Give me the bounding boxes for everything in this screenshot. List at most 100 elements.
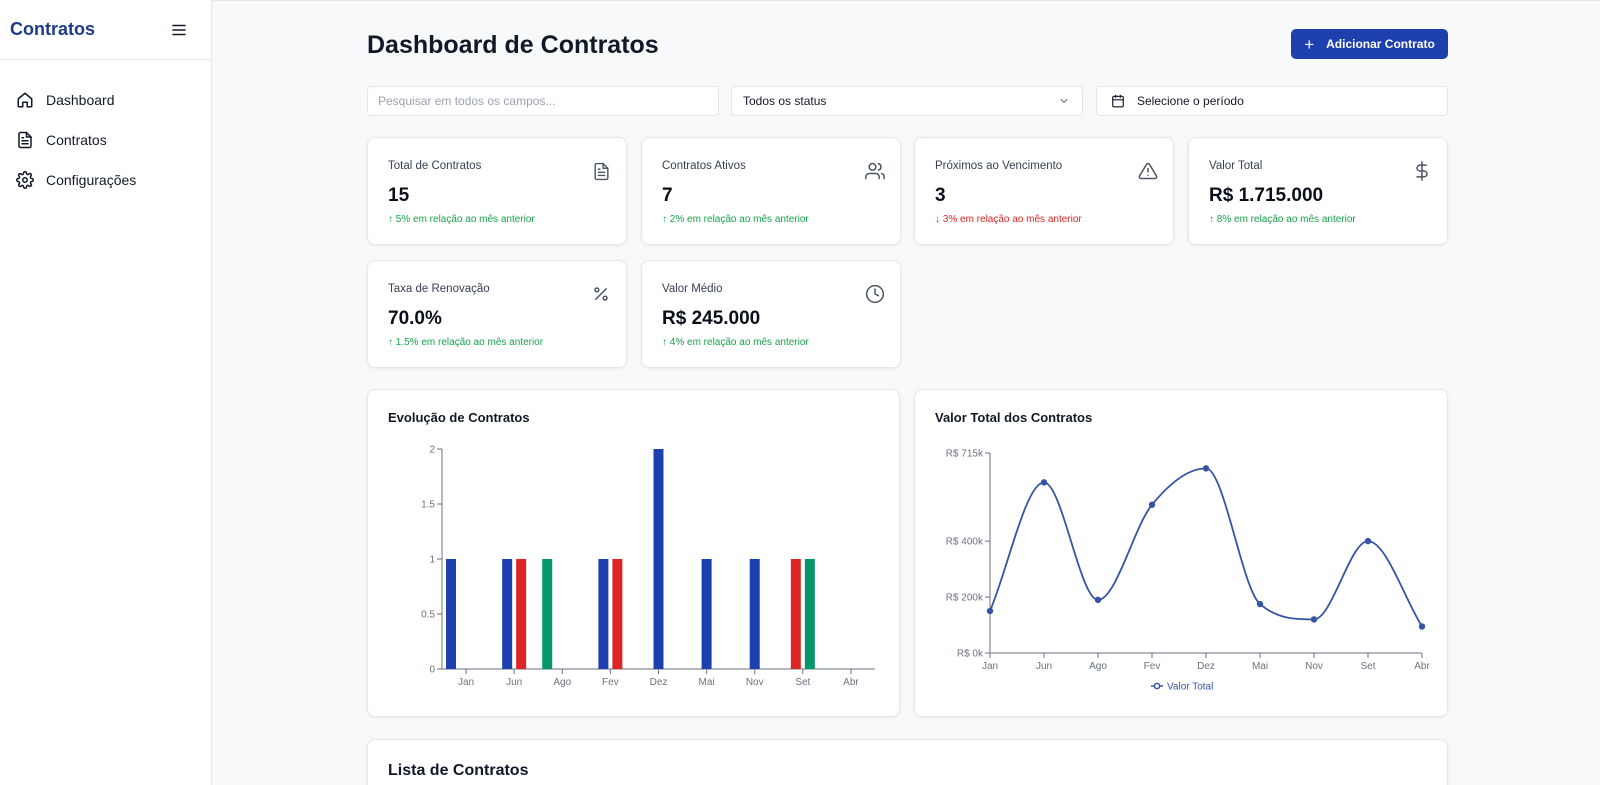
add-contract-label: Adicionar Contrato [1326, 37, 1435, 51]
x-tick-label: Fev [1144, 661, 1161, 672]
data-point [1256, 600, 1264, 608]
chevron-down-icon [1060, 98, 1068, 104]
x-tick-label: Jun [1036, 661, 1052, 672]
legend-marker [1153, 682, 1161, 690]
y-tick-label: 0 [429, 665, 435, 676]
stat-delta: ↑ 8% em relação ao mês anterior [1209, 214, 1356, 225]
percent-icon [590, 283, 612, 305]
bar [701, 559, 712, 669]
y-tick-label: R$ 715k [946, 449, 984, 460]
menu-toggle-button[interactable] [169, 20, 189, 40]
bar [598, 559, 609, 669]
stat-label: Taxa de Renovação [388, 283, 490, 295]
data-point [1040, 479, 1048, 486]
stat-card-expiring: Próximos ao Vencimento 3 ↓ 3% em relação… [914, 137, 1174, 245]
users-icon [864, 160, 886, 182]
x-tick-label: Dez [650, 677, 668, 688]
x-tick-label: Dez [1197, 661, 1215, 672]
line-chart: R$ 0k R$ 200k R$ 400k R$ 715k Jan Jun Ago Fev De… [946, 449, 1431, 693]
legend-label: Valor Total [1167, 682, 1213, 693]
sidebar: Contratos Dashboard Contratos Configuraç… [0, 0, 212, 785]
line-chart-panel: Valor Total dos Contratos R$ 0k R$ 200k R$… [914, 389, 1448, 717]
x-tick-label: Jan [982, 661, 998, 672]
sidebar-nav: Dashboard Contratos Configurações [0, 60, 211, 200]
search-field[interactable] [367, 86, 719, 116]
bar [790, 559, 801, 669]
data-point [1148, 501, 1156, 508]
page-title: Dashboard de Contratos [367, 31, 659, 59]
data-point [1094, 596, 1102, 604]
dollar-sign-icon [1411, 160, 1433, 182]
stat-value: R$ 245.000 [662, 308, 761, 329]
stat-value: R$ 1.715.000 [1209, 185, 1324, 206]
stat-value: 3 [935, 185, 946, 206]
bar [516, 559, 527, 669]
plus-icon: + [1304, 34, 1315, 54]
x-tick-label: Nov [1305, 661, 1323, 672]
x-tick-label: Nov [746, 677, 764, 688]
y-tick-label: R$ 0k [957, 649, 984, 660]
stat-label: Valor Total [1209, 160, 1263, 172]
x-tick-label: Ago [553, 677, 571, 688]
bar [749, 559, 760, 669]
x-tick-label: Mai [1252, 661, 1268, 672]
bar [653, 449, 664, 669]
stat-label: Contratos Ativos [662, 160, 746, 172]
x-tick-label: Fev [602, 677, 619, 688]
bar [446, 559, 456, 669]
sidebar-item-dashboard[interactable]: Dashboard [0, 80, 211, 120]
stat-value: 15 [388, 185, 410, 206]
alert-triangle-icon [1137, 160, 1159, 182]
stat-card-renewal: Taxa de Renovação 70.0% ↑ 1.5% em relaçã… [367, 260, 627, 368]
x-tick-label: Set [1360, 661, 1375, 672]
stat-value: 7 [662, 185, 673, 206]
data-point [1310, 616, 1318, 623]
file-text-icon [590, 160, 612, 182]
period-picker[interactable]: Selecione o período [1096, 86, 1448, 116]
sidebar-item-label: Dashboard [46, 92, 115, 108]
bar [502, 559, 513, 669]
y-tick-label: R$ 400k [946, 537, 984, 548]
stat-label: Total de Contratos [388, 160, 482, 172]
file-text-icon [16, 131, 34, 149]
bar-chart: 0 0.5 1 1.5 2 Jan Jun Ago Fev Dez Mai Nov Set Abr [421, 445, 875, 688]
sidebar-item-label: Configurações [46, 172, 137, 188]
x-tick-label: Jun [506, 677, 522, 688]
search-input[interactable] [378, 94, 718, 108]
data-point [1364, 537, 1372, 545]
calendar-icon [1111, 94, 1125, 108]
y-tick-label: R$ 200k [946, 593, 984, 604]
sidebar-item-contratos[interactable]: Contratos [0, 120, 211, 160]
hamburger-menu-icon [172, 24, 186, 35]
contract-list-title: Lista de Contratos [388, 762, 529, 779]
sidebar-item-label: Contratos [46, 132, 107, 148]
series-line [989, 467, 1423, 627]
contract-list-panel: Lista de Contratos [367, 739, 1448, 785]
stat-delta: ↑ 4% em relação ao mês anterior [662, 337, 809, 348]
y-tick-label: 2 [429, 445, 435, 456]
data-point [1418, 623, 1426, 630]
y-tick-label: 1 [429, 555, 435, 566]
x-tick-label: Set [795, 677, 810, 688]
status-select[interactable]: Todos os status [731, 86, 1083, 116]
x-tick-label: Ago [1089, 661, 1107, 672]
stat-label: Próximos ao Vencimento [935, 160, 1063, 172]
stat-card-total: Total de Contratos 15 ↑ 5% em relação ao… [367, 137, 627, 245]
x-tick-label: Abr [843, 677, 859, 688]
y-tick-label: 1.5 [421, 500, 435, 511]
data-point [1202, 465, 1210, 472]
bar-chart-panel: Evolução de Contratos 0 0.5 1 1.5 2 Jan Jun Ago… [367, 389, 900, 717]
bar [612, 559, 623, 669]
period-picker-label: Selecione o período [1137, 94, 1244, 108]
stat-delta: ↑ 5% em relação ao mês anterior [388, 214, 535, 225]
add-contract-button[interactable]: + Adicionar Contrato [1291, 29, 1448, 59]
clock-icon [864, 283, 886, 305]
bar [804, 559, 815, 669]
x-tick-label: Jan [458, 677, 474, 688]
gear-icon [16, 171, 34, 189]
bar [542, 559, 553, 669]
data-point [986, 607, 994, 615]
stat-value: 70.0% [388, 308, 442, 329]
stat-delta: ↓ 3% em relação ao mês anterior [935, 214, 1082, 225]
sidebar-item-configuracoes[interactable]: Configurações [0, 160, 211, 200]
